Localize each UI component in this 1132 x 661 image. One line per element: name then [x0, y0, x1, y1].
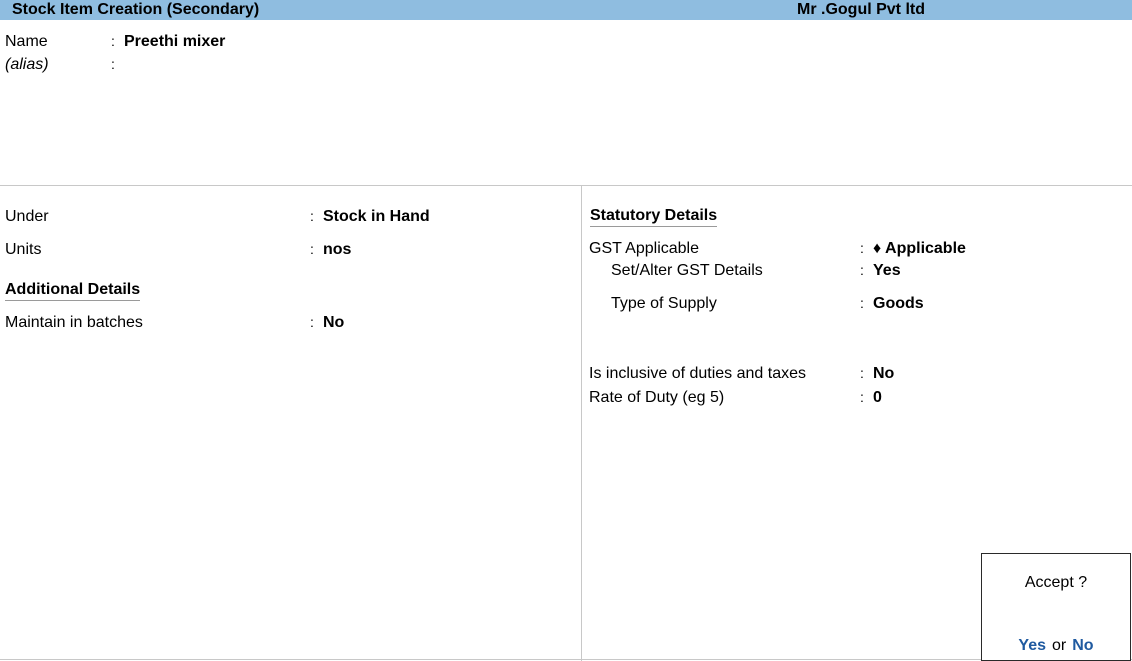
units-label: Units [5, 241, 42, 258]
no-button[interactable]: No [1072, 637, 1093, 654]
type-of-supply-colon: : [860, 295, 864, 311]
title-bar: Stock Item Creation (Secondary) Mr .Gogu… [0, 0, 1132, 20]
batches-label: Maintain in batches [5, 314, 143, 331]
screen-title: Stock Item Creation (Secondary) [12, 1, 260, 18]
set-alter-gst-colon: : [860, 262, 864, 278]
name-field[interactable]: Preethi mixer [124, 33, 225, 51]
under-label: Under [5, 208, 49, 225]
rate-of-duty-field[interactable]: 0 [873, 389, 882, 407]
section-divider [0, 185, 1132, 186]
batches-colon: : [310, 314, 314, 330]
or-text: or [1052, 637, 1067, 654]
under-field[interactable]: Stock in Hand [323, 208, 430, 226]
bottom-divider [0, 659, 1132, 660]
alias-label: (alias) [5, 56, 49, 73]
name-colon: : [111, 33, 115, 49]
gst-applicable-colon: : [860, 240, 864, 256]
inclusive-duties-colon: : [860, 365, 864, 381]
rate-of-duty-label: Rate of Duty (eg 5) [589, 389, 725, 406]
units-field[interactable]: nos [323, 241, 351, 259]
additional-details-heading: Additional Details [5, 281, 141, 301]
alias-field[interactable] [124, 56, 324, 74]
column-divider [581, 186, 582, 661]
statutory-details-heading: Statutory Details [590, 207, 718, 227]
type-of-supply-label: Type of Supply [611, 295, 717, 312]
accept-question: Accept ? [1024, 574, 1088, 591]
gst-applicable-label: GST Applicable [589, 240, 699, 257]
set-alter-gst-field[interactable]: Yes [873, 262, 901, 280]
units-colon: : [310, 241, 314, 257]
type-of-supply-field[interactable]: Goods [873, 295, 924, 313]
batches-field[interactable]: No [323, 314, 344, 332]
gst-applicable-field[interactable]: ♦ Applicable [873, 240, 966, 258]
under-colon: : [310, 208, 314, 224]
inclusive-duties-label: Is inclusive of duties and taxes [589, 365, 807, 382]
alias-colon: : [111, 56, 115, 72]
company-name: Mr .Gogul Pvt ltd [797, 1, 925, 18]
rate-of-duty-colon: : [860, 389, 864, 405]
accept-options: Yes or No [982, 637, 1130, 655]
accept-dialog: Accept ? Yes or No [981, 553, 1131, 661]
set-alter-gst-label: Set/Alter GST Details [611, 262, 763, 279]
name-label: Name [5, 33, 48, 50]
yes-button[interactable]: Yes [1018, 637, 1046, 654]
inclusive-duties-field[interactable]: No [873, 365, 894, 383]
